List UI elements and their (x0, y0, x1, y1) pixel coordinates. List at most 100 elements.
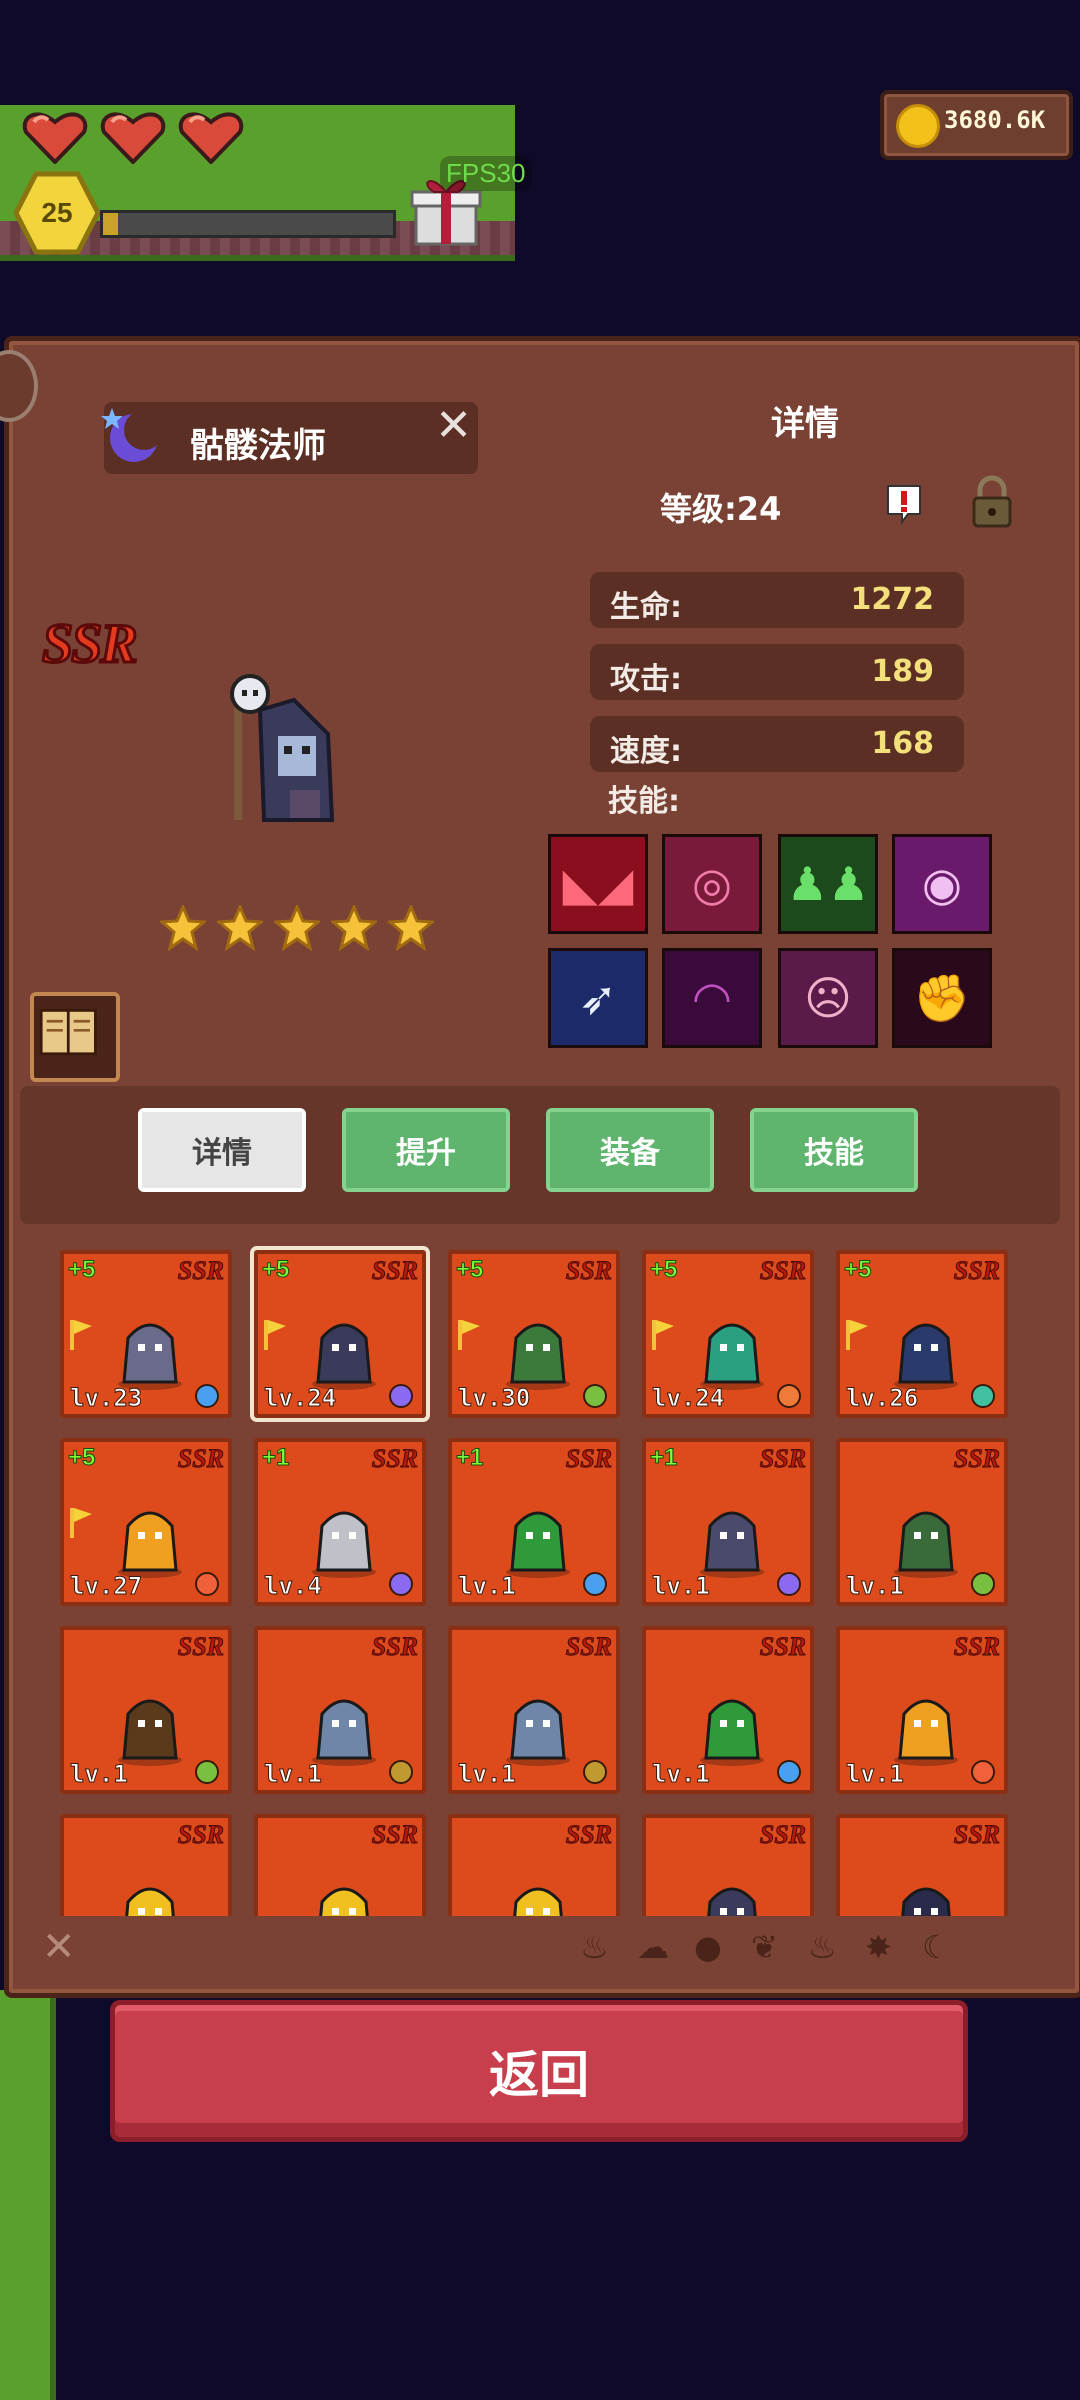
card-rarity: SSR (177, 1256, 224, 1286)
card-rarity: SSR (371, 1256, 418, 1286)
card-rarity: SSR (565, 1820, 612, 1850)
monster-card[interactable]: SSR (254, 1814, 426, 1916)
flag-icon (70, 1320, 92, 1350)
monster-card[interactable]: +1 SSR lv.4 (254, 1438, 426, 1606)
water-element-icon (777, 1760, 801, 1784)
moon-element-icon (101, 408, 164, 462)
water-filter-icon[interactable]: ● (694, 1928, 730, 1966)
treant-beast-sprite (700, 1323, 764, 1390)
card-level: lv.23 (69, 1384, 143, 1413)
monster-card[interactable]: +5 SSR lv.24 (642, 1250, 814, 1418)
monster-card[interactable]: SSR (60, 1814, 232, 1916)
horned-demon-sprite (125, 1887, 175, 1916)
xp-progress-bar (100, 210, 396, 238)
monster-card[interactable]: SSR lv.1 (60, 1626, 232, 1794)
sun-element-icon (777, 1384, 801, 1408)
moon-element-icon (777, 1572, 801, 1596)
green-silhouettes-icon[interactable]: ♟♟ (778, 834, 878, 934)
star-icon (160, 905, 206, 951)
stat-value: 168 (871, 726, 934, 761)
tab-upgrade[interactable]: 提升 (342, 1108, 510, 1192)
moon-element-icon (389, 1384, 413, 1408)
heart-icon (178, 108, 244, 165)
card-rarity: SSR (953, 1444, 1000, 1474)
monster-card[interactable]: +5 SSR lv.23 (60, 1250, 232, 1418)
monster-grid: +5 SSR lv.23 +5 SSR lv.24 +5 SSR lv.30 +5 SSR lv.24… (40, 1240, 1040, 1916)
upgrade-plus-badge: +5 (67, 1256, 96, 1284)
card-level: lv.1 (846, 1572, 905, 1601)
leaf-element-icon (583, 1384, 607, 1408)
monster-card[interactable]: SSR (836, 1814, 1008, 1916)
monster-card[interactable]: +1 SSR lv.1 (642, 1438, 814, 1606)
stat-speed: 速度: 168 (590, 716, 964, 772)
white-feather-icon[interactable]: ➶ (548, 948, 648, 1048)
fire-filter-icon[interactable]: ♨ (580, 1928, 616, 1966)
upgrade-plus-badge: +1 (455, 1444, 484, 1472)
card-level: lv.30 (457, 1384, 531, 1413)
star-icon (274, 905, 320, 951)
red-fist-icon[interactable]: ✊ (892, 948, 992, 1048)
flag-icon (70, 1508, 92, 1538)
dark-hood-icon[interactable]: ◠ (662, 948, 762, 1048)
monster-card[interactable]: SSR (642, 1814, 814, 1916)
horned-demon-sprite (513, 1887, 563, 1916)
rarity-badge: SSR (41, 612, 140, 677)
card-level: lv.26 (845, 1384, 919, 1413)
monster-card[interactable]: +5 SSR lv.30 (448, 1250, 620, 1418)
card-rarity: SSR (371, 1444, 418, 1474)
wood-golem-sprite (118, 1699, 182, 1766)
card-level: lv.24 (651, 1384, 725, 1413)
card-rarity: SSR (177, 1820, 224, 1850)
card-rarity: SSR (759, 1820, 806, 1850)
wind-element-icon (971, 1384, 995, 1408)
stat-attack: 攻击: 189 (590, 644, 964, 700)
monster-card[interactable]: SSR lv.1 (254, 1626, 426, 1794)
monster-card[interactable]: +1 SSR lv.1 (448, 1438, 620, 1606)
flame-filter-icon[interactable]: ♨ (808, 1928, 844, 1966)
monster-card[interactable]: +5 SSR lv.24 (254, 1250, 426, 1418)
monster-card[interactable]: SSR lv.1 (836, 1626, 1008, 1794)
star-filter-icon[interactable]: ✸ (865, 1928, 901, 1966)
stat-label: 攻击: (610, 662, 682, 697)
fps-counter: FPS30 (440, 156, 532, 191)
moon-filter-icon[interactable]: ☾ (922, 1928, 958, 1966)
monster-card[interactable]: SSR lv.1 (448, 1626, 620, 1794)
green-ogre-sprite (700, 1699, 764, 1766)
monster-card[interactable]: SSR (448, 1814, 620, 1916)
back-button[interactable]: 返回 (110, 2000, 968, 2142)
upgrade-plus-badge: +1 (649, 1444, 678, 1472)
character-name-box: 骷髅法师 ✕ (101, 400, 478, 474)
stat-label: 生命: (610, 590, 682, 625)
skeleton-archer-sprite (700, 1511, 764, 1578)
detail-title: 详情 (771, 404, 839, 444)
alert-icon[interactable] (884, 482, 924, 526)
tab-skills[interactable]: 技能 (750, 1108, 918, 1192)
book-icon[interactable] (30, 992, 120, 1082)
pink-spiral-icon[interactable]: ◎ (662, 834, 762, 934)
pink-mask-icon[interactable]: ☹ (778, 948, 878, 1048)
purple-eye-icon[interactable]: ◉ (892, 834, 992, 934)
card-rarity: SSR (953, 1820, 1000, 1850)
hooded-wraith-sprite (901, 1887, 951, 1916)
tab-details[interactable]: 详情 (138, 1108, 306, 1192)
heart-icon (100, 108, 166, 165)
tab-equipment[interactable]: 装备 (546, 1108, 714, 1192)
star-icon (388, 905, 434, 951)
close-icon[interactable]: ✕ (435, 400, 472, 451)
monster-card[interactable]: SSR lv.1 (642, 1626, 814, 1794)
leaf-filter-icon[interactable]: ❦ (751, 1928, 787, 1966)
earth-filter-icon[interactable]: ☁ (637, 1928, 673, 1966)
water-element-icon (583, 1572, 607, 1596)
card-rarity: SSR (371, 1632, 418, 1662)
monster-card[interactable]: SSR lv.1 (836, 1438, 1008, 1606)
monster-card[interactable]: +5 SSR lv.26 (836, 1250, 1008, 1418)
skeleton-mage-rider-sprite (118, 1323, 182, 1390)
red-demon-face-icon[interactable]: ◣◢ (548, 834, 648, 934)
horned-demon-sprite (319, 1887, 369, 1916)
monster-card[interactable]: +5 SSR lv.27 (60, 1438, 232, 1606)
dark-knight-sprite (707, 1887, 757, 1916)
card-level: lv.1 (458, 1572, 517, 1601)
moon-element-icon (389, 1572, 413, 1596)
clear-filter-icon[interactable]: ✕ (42, 1924, 76, 1970)
lock-icon[interactable] (970, 474, 1014, 530)
